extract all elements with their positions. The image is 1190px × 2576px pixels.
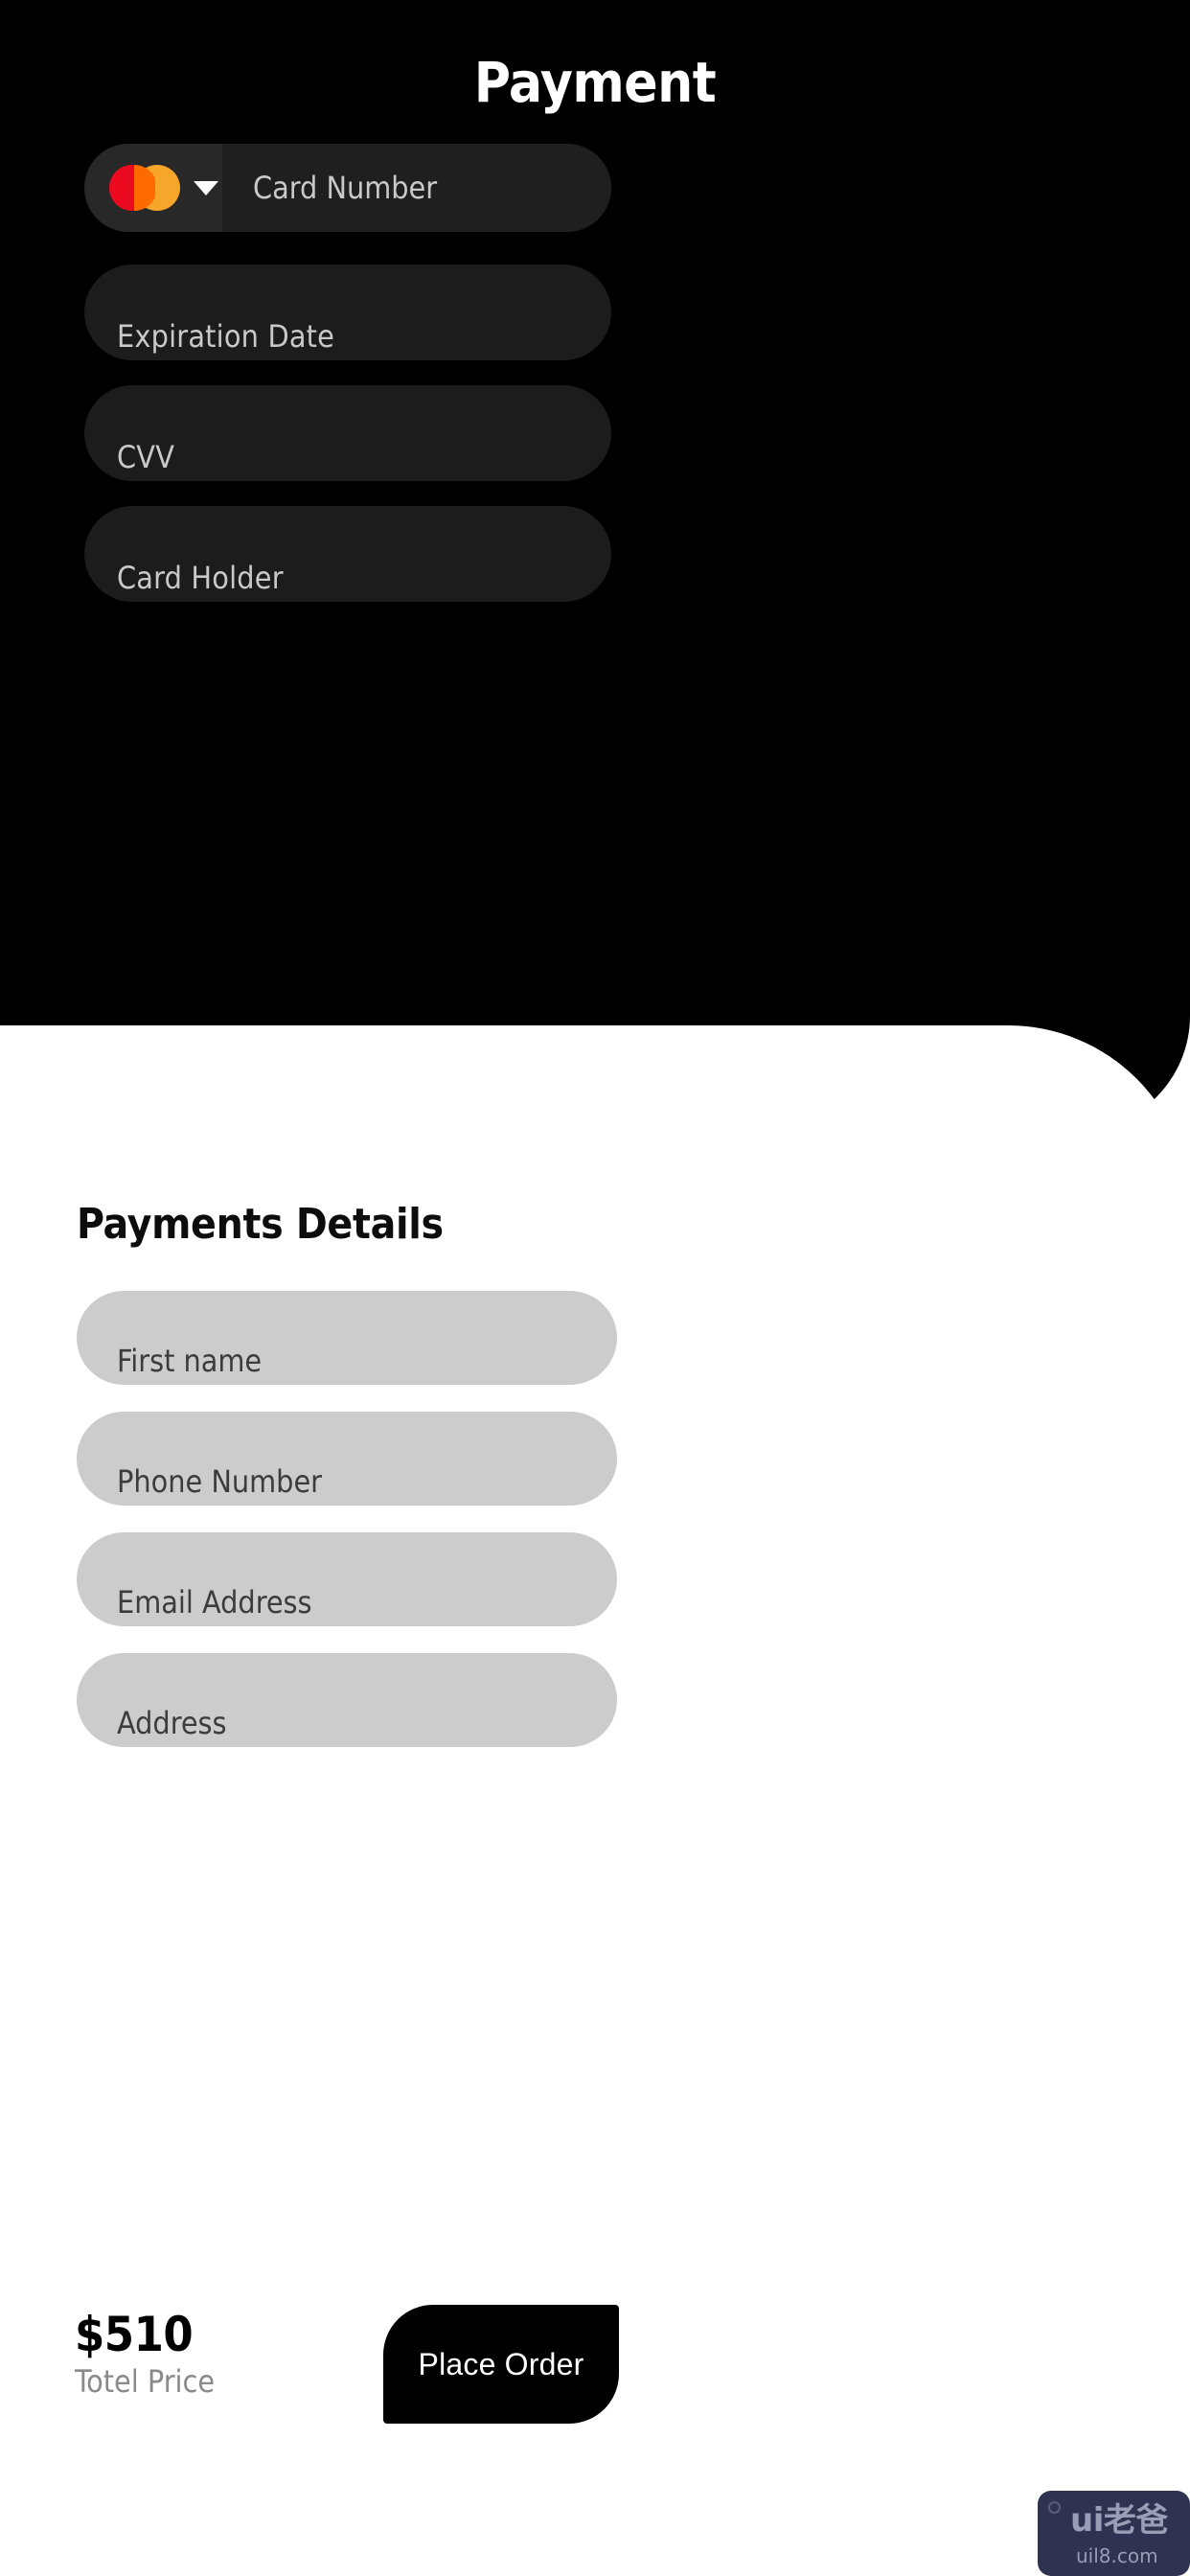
email-address-input[interactable]: Email Address [77, 1532, 617, 1626]
payment-screen: Payment Card Number Expiration Date CVV … [0, 0, 1190, 2576]
card-number-input[interactable]: Card Number [222, 144, 611, 232]
phone-number-input[interactable]: Phone Number [77, 1412, 617, 1506]
watermark-badge: ui老爸 uil8.com [1038, 2491, 1190, 2576]
watermark-sub-text: uil8.com [1076, 2544, 1158, 2567]
chevron-down-icon[interactable] [194, 180, 218, 196]
total-price-amount: $510 [75, 2307, 194, 2362]
phone-number-placeholder: Phone Number [117, 1463, 322, 1500]
first-name-placeholder: First name [117, 1343, 263, 1379]
payments-details-heading: Payments Details [77, 1200, 444, 1249]
card-number-row: Card Number [84, 144, 611, 232]
email-address-placeholder: Email Address [117, 1584, 312, 1621]
watermark-main-text: ui老爸 [1070, 2501, 1168, 2540]
total-price-label: Totel Price [75, 2363, 216, 2400]
cvv-placeholder: CVV [117, 439, 175, 475]
place-order-button[interactable]: Place Order [383, 2305, 619, 2424]
mastercard-icon [109, 165, 180, 211]
card-holder-placeholder: Card Holder [117, 560, 284, 596]
card-number-placeholder: Card Number [253, 170, 438, 206]
card-brand-selector[interactable] [84, 144, 222, 232]
address-placeholder: Address [117, 1705, 227, 1741]
expiration-date-input[interactable]: Expiration Date [84, 264, 611, 360]
page-title: Payment [473, 50, 717, 115]
expiration-date-placeholder: Expiration Date [117, 318, 335, 355]
watermark-hole-icon [1048, 2501, 1061, 2514]
card-holder-input[interactable]: Card Holder [84, 506, 611, 602]
first-name-input[interactable]: First name [77, 1291, 617, 1385]
place-order-label: Place Order [418, 2346, 584, 2381]
address-input[interactable]: Address [77, 1653, 617, 1747]
cvv-input[interactable]: CVV [84, 385, 611, 481]
